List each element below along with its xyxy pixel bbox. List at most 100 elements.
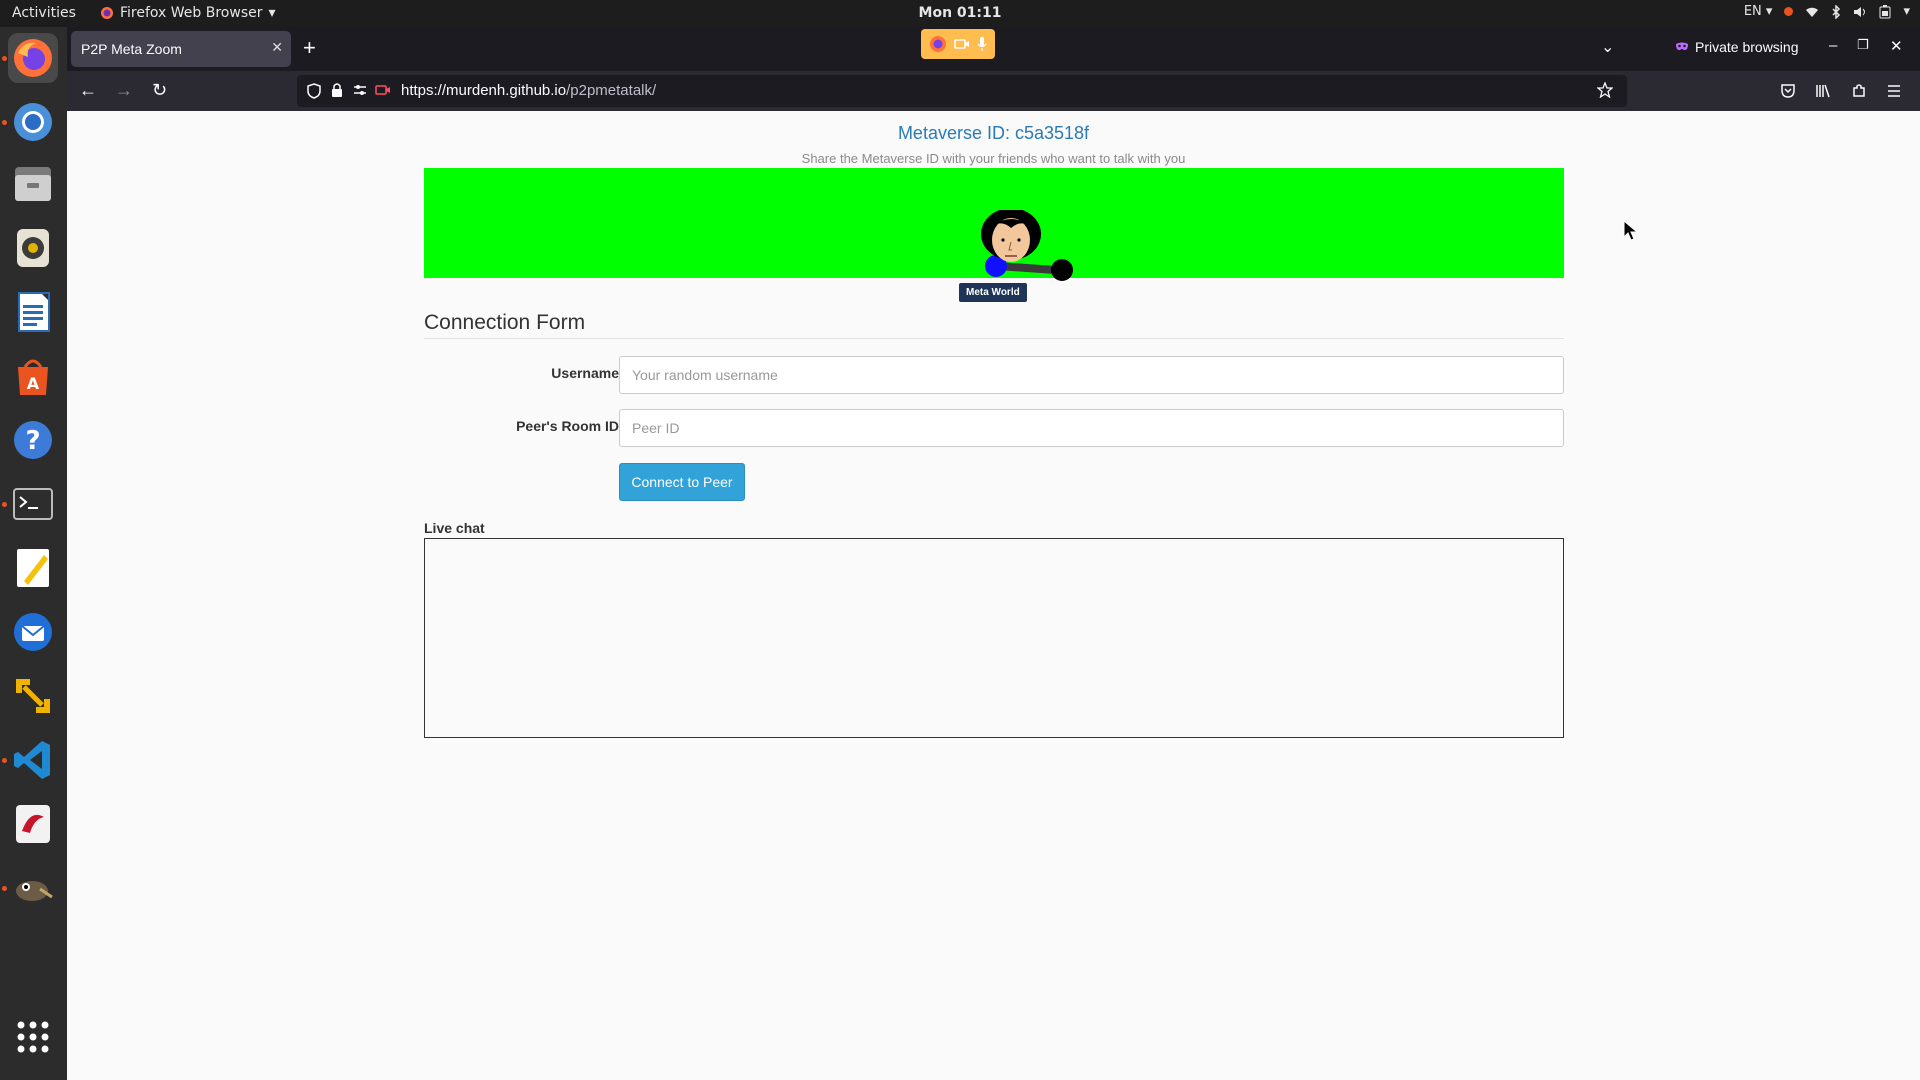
divider: [424, 338, 1564, 339]
running-indicator: [2, 758, 7, 763]
system-top-bar: Activities Firefox Web Browser ▾ Mon 01:…: [0, 0, 1920, 27]
dock-show-apps[interactable]: [8, 1012, 58, 1062]
dock-firefox[interactable]: [8, 33, 58, 83]
files-icon: [15, 167, 51, 201]
hamburger-menu-icon[interactable]: [1886, 84, 1902, 98]
dock-gimp[interactable]: [8, 863, 58, 913]
url-host: https://murdenh.github.io: [401, 82, 567, 99]
username-input[interactable]: [619, 356, 1564, 394]
help-icon: ?: [14, 421, 52, 459]
running-indicator: [2, 886, 7, 891]
permissions-icon[interactable]: [353, 84, 367, 96]
microphone-icon: [977, 37, 987, 51]
tab-p2p-meta-zoom[interactable]: P2P Meta Zoom ✕: [71, 31, 291, 67]
peer-room-id-label: Peer's Room ID: [516, 418, 619, 434]
battery-icon: [1879, 4, 1891, 18]
dock-text-editor[interactable]: [8, 543, 58, 593]
thunderbird-icon: [14, 613, 52, 651]
svg-text:?: ?: [25, 426, 40, 456]
running-indicator: [2, 120, 7, 125]
language-label: EN: [1743, 4, 1762, 19]
notification-dot-icon: [1784, 7, 1794, 16]
tab-title: P2P Meta Zoom: [81, 41, 182, 57]
language-indicator[interactable]: EN ▾: [1744, 4, 1773, 19]
firefox-sharing-icon: [929, 36, 946, 52]
app-menu-label: Firefox Web Browser: [120, 5, 263, 21]
extensions-icon[interactable]: [1851, 83, 1867, 99]
dock-vscode[interactable]: [8, 735, 58, 785]
url-text[interactable]: https://murdenh.github.io/p2pmetatalk/: [401, 82, 656, 99]
reload-icon[interactable]: ↻: [152, 79, 167, 101]
dock-software[interactable]: A: [8, 351, 58, 401]
firefox-icon: [14, 39, 52, 77]
private-browsing-indicator: Private browsing: [1675, 39, 1799, 55]
lock-icon[interactable]: [331, 82, 343, 98]
metaverse-scene[interactable]: [424, 168, 1564, 281]
private-browsing-label: Private browsing: [1695, 39, 1799, 55]
power-menu-chevron-icon: ▾: [1903, 4, 1910, 19]
writer-icon: [18, 292, 50, 332]
wifi-icon: [1806, 7, 1819, 17]
restore-icon[interactable]: ❐: [1857, 37, 1869, 53]
bookmark-star-icon[interactable]: [1597, 82, 1613, 98]
username-label: Username: [551, 365, 619, 381]
chevron-down-icon: ▾: [268, 5, 276, 21]
metaverse-id-heading: Metaverse ID: c5a3518f: [897, 123, 1090, 143]
dock-vm[interactable]: [8, 671, 58, 721]
text-editor-icon: [17, 549, 49, 587]
app-menu[interactable]: Firefox Web Browser ▾: [100, 5, 276, 21]
dock-thunderbird[interactable]: [8, 607, 58, 657]
dock-rhythmbox[interactable]: [8, 223, 58, 273]
mouse-cursor-icon: [1623, 220, 1639, 241]
tab-list-chevron-icon[interactable]: ⌄: [1601, 37, 1614, 57]
rhythmbox-icon: [17, 229, 49, 267]
live-chat-label: Live chat: [424, 520, 485, 536]
system-tray[interactable]: EN ▾ ▾: [1744, 4, 1910, 19]
vm-icon: [16, 679, 50, 713]
avatar-name-tag: Meta World: [959, 283, 1027, 302]
page-content: Metaverse ID: c5a3518f Share the Metaver…: [67, 111, 1920, 1080]
forward-arrow-icon[interactable]: →: [115, 79, 133, 101]
dock-terminal[interactable]: [8, 479, 58, 529]
camera-permission-icon[interactable]: [375, 84, 391, 96]
peer-id-input[interactable]: [619, 409, 1564, 447]
url-bar[interactable]: https://murdenh.github.io/p2pmetatalk/: [297, 75, 1627, 107]
metaverse-id-subtitle: Share the Metaverse ID with your friends…: [801, 151, 1186, 166]
dock-chromium[interactable]: [8, 97, 58, 147]
url-path: /p2pmetatalk/: [566, 82, 657, 99]
sharing-indicator[interactable]: [921, 29, 995, 59]
dock-help[interactable]: ?: [8, 415, 58, 465]
running-indicator: [2, 56, 7, 61]
camera-icon: [954, 39, 969, 49]
dock-writer[interactable]: [8, 287, 58, 337]
clock[interactable]: Mon 01:11: [919, 5, 1002, 21]
minimize-icon[interactable]: –: [1829, 37, 1837, 54]
firefox-small-icon: [101, 7, 113, 19]
activities-button[interactable]: Activities: [12, 5, 76, 21]
new-tab-button[interactable]: +: [303, 35, 316, 61]
connect-to-peer-button[interactable]: Connect to Peer: [619, 463, 745, 501]
connection-form-title: Connection Form: [424, 311, 586, 334]
volume-icon: [1854, 6, 1866, 17]
running-indicator: [2, 502, 7, 507]
live-chat-box[interactable]: [424, 538, 1564, 738]
gimp-icon: [16, 881, 53, 901]
dock: A ?: [0, 27, 67, 1080]
tracking-shield-icon[interactable]: [307, 83, 321, 99]
private-mask-icon: [1676, 42, 1688, 51]
dock-files[interactable]: [8, 159, 58, 209]
firefox-window: P2P Meta Zoom ✕ + ⌄ Private browsing – ❐…: [67, 27, 1920, 1080]
dock-document-viewer[interactable]: [8, 799, 58, 849]
back-arrow-icon[interactable]: ←: [79, 79, 97, 101]
svg-text:A: A: [27, 374, 40, 393]
terminal-icon: [13, 488, 53, 520]
pocket-icon[interactable]: [1780, 83, 1796, 99]
vscode-icon: [14, 741, 50, 779]
library-icon[interactable]: [1815, 83, 1831, 99]
tab-bar: P2P Meta Zoom ✕ + ⌄ Private browsing – ❐…: [67, 27, 1920, 71]
window-close-icon[interactable]: ✕: [1890, 37, 1903, 55]
bluetooth-icon: [1832, 4, 1841, 19]
software-center-icon: A: [18, 359, 48, 395]
evince-icon: [16, 805, 50, 843]
tab-close-icon[interactable]: ✕: [271, 39, 283, 56]
